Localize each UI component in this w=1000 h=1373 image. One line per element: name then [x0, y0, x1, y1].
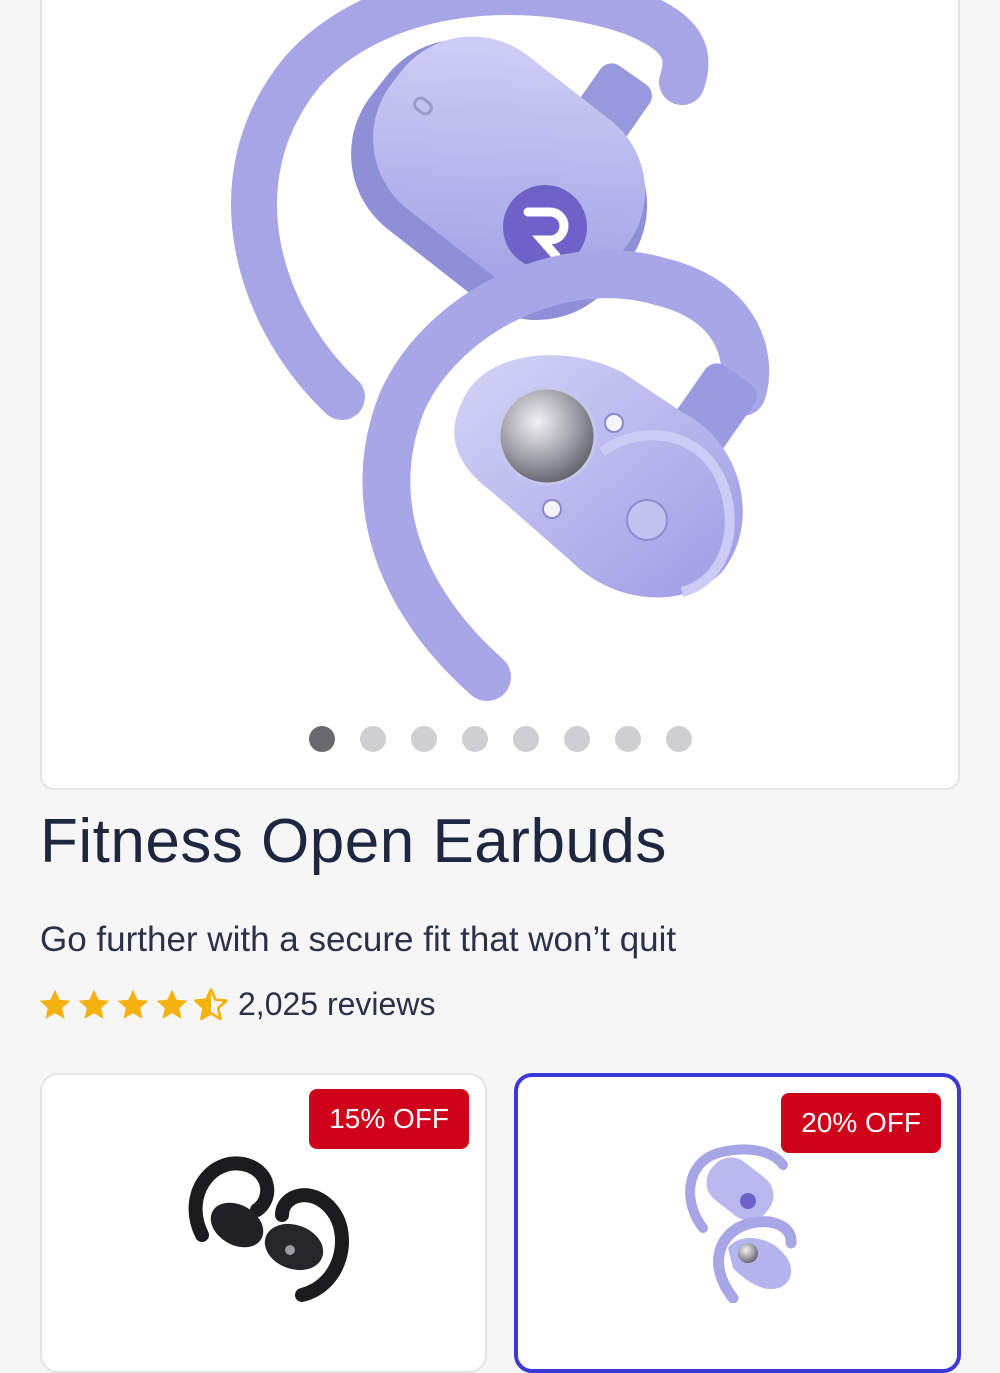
star-half-icon: [194, 987, 228, 1022]
gallery-dot[interactable]: [308, 726, 335, 752]
reviews-link[interactable]: 2,025 reviews: [238, 986, 435, 1023]
gallery-pagination[interactable]: [42, 726, 958, 752]
star-icon: [116, 988, 150, 1022]
lavender-earbuds-thumbnail: [685, 1144, 797, 1303]
gallery-dot[interactable]: [563, 726, 590, 752]
gallery-dot[interactable]: [665, 726, 692, 752]
rating-stars: [38, 987, 228, 1022]
product-image-gallery[interactable]: [40, 0, 960, 790]
black-earbuds-thumbnail: [188, 1156, 349, 1302]
variant-card-lavender[interactable]: 20% OFF: [514, 1073, 961, 1373]
gallery-dot[interactable]: [512, 726, 539, 752]
gallery-dot[interactable]: [614, 726, 641, 752]
product-title: Fitness Open Earbuds: [40, 807, 667, 876]
gallery-dot[interactable]: [461, 726, 488, 752]
gallery-dot[interactable]: [359, 726, 386, 752]
discount-badge: 15% OFF: [309, 1089, 469, 1149]
variant-card-black[interactable]: 15% OFF: [40, 1073, 487, 1373]
product-main-image: [231, 0, 770, 701]
gallery-dot[interactable]: [410, 726, 437, 752]
star-icon: [38, 988, 72, 1022]
star-icon: [155, 988, 189, 1022]
product-rating[interactable]: 2,025 reviews: [38, 986, 435, 1023]
product-subtitle: Go further with a secure fit that won’t …: [40, 920, 677, 959]
star-icon: [77, 988, 111, 1022]
